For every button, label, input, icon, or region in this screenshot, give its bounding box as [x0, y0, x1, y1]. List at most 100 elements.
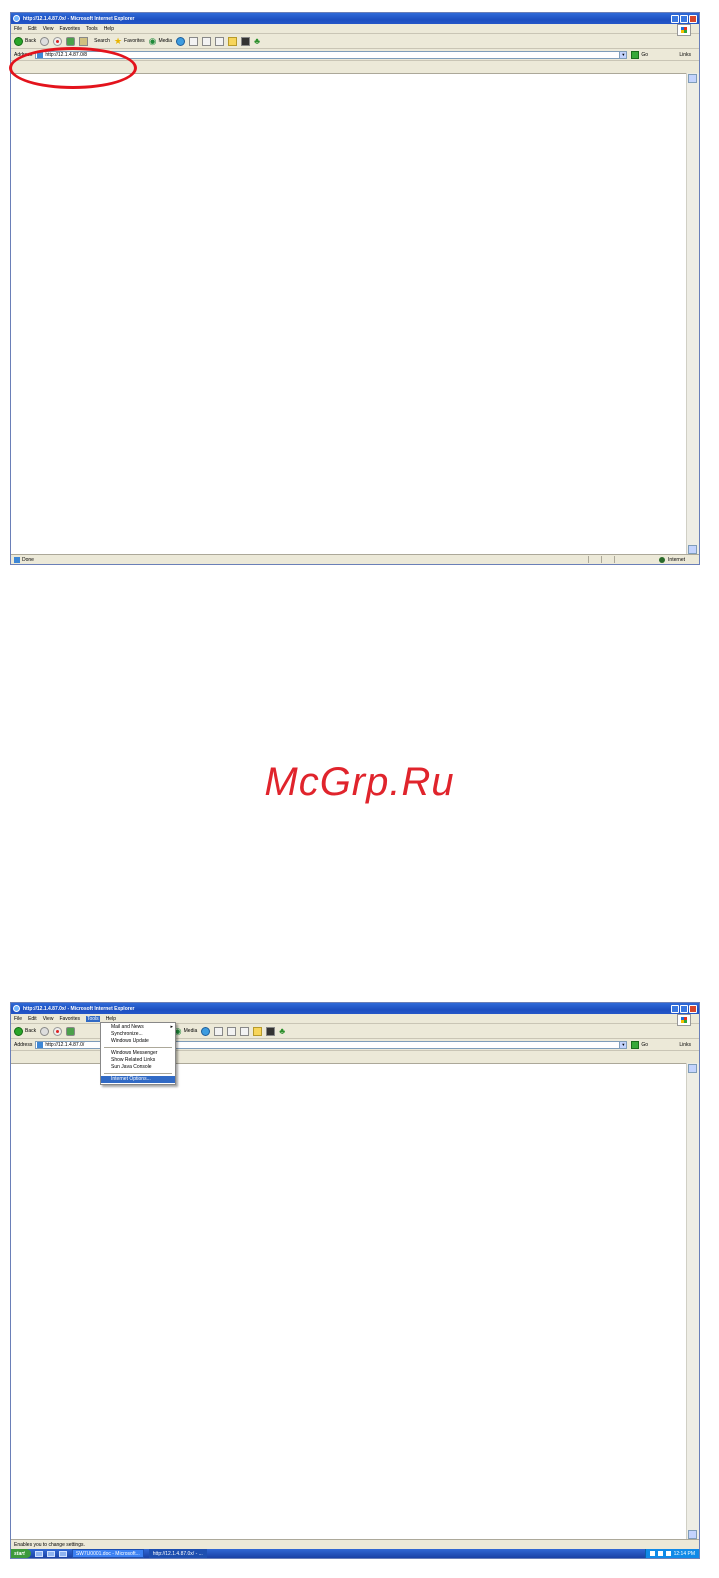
maximize-button[interactable] — [680, 14, 688, 23]
close-button[interactable] — [689, 14, 697, 23]
status-cells — [588, 556, 627, 563]
menu-favorites[interactable]: Favorites — [59, 1016, 80, 1022]
mail-button[interactable] — [189, 36, 199, 46]
back-button[interactable]: Back — [14, 1026, 36, 1036]
edit-button[interactable] — [215, 36, 225, 46]
menu-edit[interactable]: Edit — [28, 1016, 37, 1022]
annotation-circle — [9, 47, 137, 89]
menu-favorites[interactable]: Favorites — [59, 26, 80, 32]
vertical-scrollbar[interactable] — [686, 73, 699, 555]
title-bar: http://12.1.4.87.0x/ - Microsoft Interne… — [11, 1003, 699, 1014]
refresh-icon — [66, 1026, 76, 1036]
dropdown-arrow-icon[interactable]: ▼ — [619, 1041, 627, 1048]
history-icon — [176, 36, 186, 46]
links-button[interactable]: Links — [679, 52, 691, 58]
star-icon: ★ — [113, 35, 123, 46]
history-button[interactable] — [201, 1026, 211, 1036]
print-icon — [202, 36, 212, 46]
menu-item-synchronize[interactable]: Synchronize... — [101, 1031, 175, 1038]
history-button[interactable] — [176, 36, 186, 46]
print-button[interactable] — [202, 36, 212, 46]
menu-file[interactable]: File — [14, 1016, 22, 1022]
dropdown-arrow-icon[interactable]: ▼ — [619, 51, 627, 58]
forward-button[interactable] — [40, 1026, 50, 1036]
menu-view[interactable]: View — [43, 1016, 54, 1022]
messenger-button[interactable]: ♣ — [254, 36, 260, 46]
ie-icon — [13, 15, 20, 22]
windows-flag-icon — [677, 1014, 691, 1026]
menu-separator — [104, 1047, 172, 1048]
search-button[interactable]: Search — [92, 38, 110, 44]
vertical-scrollbar[interactable] — [686, 1063, 699, 1540]
edit-icon — [215, 36, 225, 46]
menu-file[interactable]: File — [14, 26, 22, 32]
menu-tools[interactable]: Tools — [86, 1015, 100, 1022]
internet-zone-icon — [659, 556, 666, 563]
forward-button[interactable] — [40, 36, 50, 46]
back-button[interactable]: Back — [14, 36, 36, 46]
start-button[interactable]: start — [11, 1549, 31, 1558]
go-arrow-icon — [631, 1040, 640, 1049]
menu-help[interactable]: Help — [106, 1016, 116, 1022]
tools-menu: Mail and News Synchronize... Windows Upd… — [100, 1022, 176, 1085]
taskbar-task-ie[interactable]: http://12.1.4.87.0x/ - ... — [148, 1549, 207, 1558]
menu-item-internet-options[interactable]: Internet Options... — [101, 1076, 175, 1083]
tray-volume-icon[interactable] — [657, 1551, 663, 1556]
edit-button[interactable] — [240, 1026, 250, 1036]
menu-bar: File Edit View Favorites Tools Help — [11, 24, 699, 36]
folder-button[interactable] — [228, 36, 238, 46]
media-button[interactable]: ◉ Media — [149, 36, 173, 46]
menu-tools[interactable]: Tools — [86, 26, 98, 32]
quick-launch-desktop-icon[interactable] — [46, 1550, 55, 1557]
toolbar: Back Search ★ Favorites ◉ Media ♣ — [11, 34, 699, 49]
menu-item-windows-messenger[interactable]: Windows Messenger — [101, 1050, 175, 1057]
maximize-button[interactable] — [680, 1004, 688, 1013]
watermark: McGrp.Ru — [264, 760, 455, 804]
back-arrow-icon — [14, 1026, 23, 1036]
minimize-button[interactable] — [671, 14, 679, 23]
tray-security-icon[interactable] — [665, 1551, 671, 1556]
mail-button[interactable] — [214, 1026, 224, 1036]
mail-icon — [189, 36, 199, 46]
minimize-button[interactable] — [671, 1004, 679, 1013]
taskbar: start SW7U0001.doc - Microsoft... http:/… — [11, 1549, 699, 1558]
page-icon — [37, 1041, 44, 1048]
edit-icon — [240, 1026, 250, 1036]
media-label: Media — [158, 38, 173, 44]
history-icon — [201, 1026, 211, 1036]
search-label: Search — [94, 38, 110, 44]
clock: 12:14 PM — [673, 1550, 695, 1557]
close-button[interactable] — [689, 1004, 697, 1013]
favorites-button[interactable]: ★Favorites — [113, 35, 145, 46]
refresh-button[interactable] — [66, 1026, 76, 1036]
menu-item-mail-and-news[interactable]: Mail and News — [101, 1024, 175, 1031]
menu-edit[interactable]: Edit — [28, 26, 37, 32]
stop-icon — [53, 36, 63, 46]
folder-button[interactable] — [253, 1026, 263, 1036]
menu-item-sun-java-console[interactable]: Sun Java Console — [101, 1064, 175, 1071]
research-button[interactable] — [241, 36, 251, 46]
research-button[interactable] — [266, 1026, 276, 1036]
stop-button[interactable] — [53, 1026, 63, 1036]
tray-network-icon[interactable] — [649, 1551, 655, 1556]
go-button[interactable]: Go — [631, 1040, 648, 1049]
links-button[interactable]: Links — [679, 1042, 691, 1048]
refresh-button[interactable] — [66, 36, 76, 46]
go-button[interactable]: Go — [631, 50, 648, 59]
quick-launch-ie-icon[interactable] — [34, 1550, 43, 1557]
print-button[interactable] — [227, 1026, 237, 1036]
status-bar: Enables you to change settings. — [11, 1539, 699, 1549]
taskbar-task-word[interactable]: SW7U0001.doc - Microsoft... — [71, 1549, 144, 1558]
window-title: http://12.1.4.87.0x/ - Microsoft Interne… — [23, 15, 135, 22]
menu-help[interactable]: Help — [104, 26, 114, 32]
page-content — [11, 73, 687, 555]
address-label: Address — [14, 1041, 33, 1048]
messenger-button[interactable]: ♣ — [279, 1026, 285, 1036]
menu-view[interactable]: View — [43, 26, 54, 32]
media-button[interactable]: ◉ Media — [174, 1026, 197, 1036]
home-button[interactable] — [79, 36, 89, 46]
quick-launch-folder-icon[interactable] — [58, 1550, 67, 1557]
menu-item-show-related-links[interactable]: Show Related Links — [101, 1057, 175, 1064]
menu-item-windows-update[interactable]: Windows Update — [101, 1038, 175, 1045]
stop-button[interactable] — [53, 36, 63, 46]
